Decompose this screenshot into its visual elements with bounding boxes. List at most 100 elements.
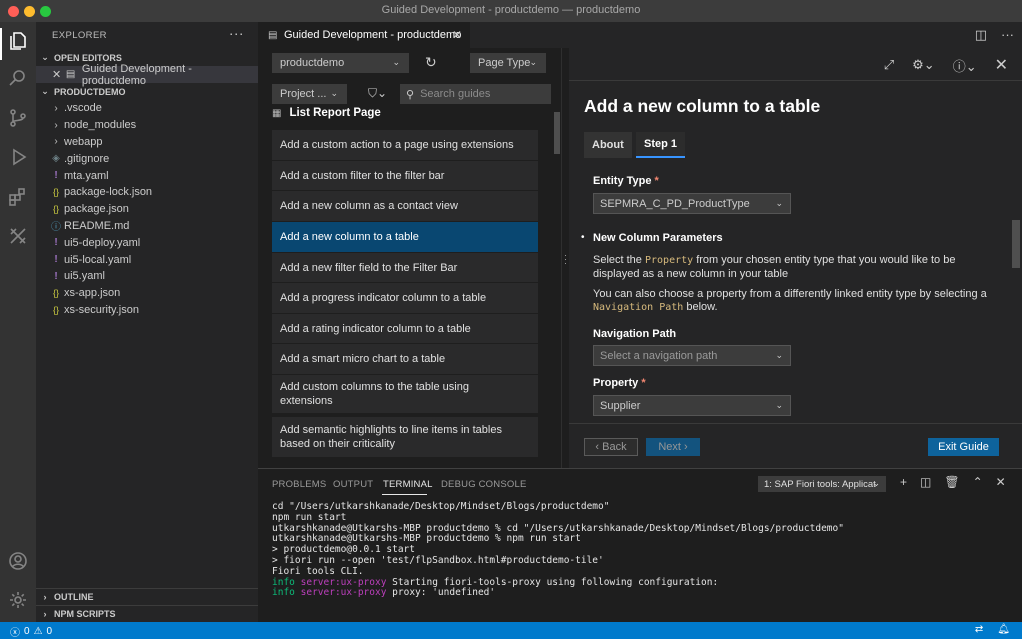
notifications-bell-icon[interactable]: 🔔︎	[997, 624, 1010, 635]
settings-gear-icon[interactable]	[6, 588, 30, 612]
more-actions-icon[interactable]: ···	[229, 25, 244, 41]
exit-guide-button[interactable]: Exit Guide	[928, 438, 999, 456]
navigation-path-select[interactable]: Select a navigation path ⌄	[593, 345, 791, 366]
terminal-output[interactable]: cd "/Users/utkarshkanade/Desktop/Mindset…	[272, 501, 844, 599]
project-select[interactable]: productdemo ⌄	[272, 53, 409, 73]
guide-item[interactable]: Add a rating indicator column to a table	[272, 314, 538, 343]
tree-item-mta-yaml[interactable]: ! mta.yaml	[36, 167, 258, 184]
filter-icon[interactable]: ⛉⌄	[368, 86, 387, 101]
tree-item-ui5-deploy[interactable]: ! ui5-deploy.yaml	[36, 234, 258, 251]
maximize-panel-icon[interactable]: ⌃	[973, 475, 983, 489]
next-button[interactable]: Next ›	[646, 438, 700, 456]
scrollbar[interactable]	[1012, 220, 1020, 268]
close-icon[interactable]: ✕	[996, 475, 1006, 489]
live-share-icon[interactable]: ⇄	[975, 624, 983, 635]
search-icon: ⚲	[406, 88, 415, 101]
divider	[569, 423, 1022, 424]
tab-output[interactable]: OUTPUT	[333, 479, 373, 490]
run-debug-icon[interactable]	[6, 145, 30, 169]
guide-item[interactable]: Add a new column as a contact view	[272, 191, 538, 221]
page-type-select[interactable]: Page Type ⌄	[470, 53, 546, 73]
terminal-select[interactable]: 1: SAP Fiori tools: Applicat ⌄	[758, 476, 886, 492]
tree-item-xs-app[interactable]: {} xs-app.json	[36, 285, 258, 302]
tree-item-package-json[interactable]: {} package.json	[36, 201, 258, 218]
tree-item-ui5-yaml[interactable]: ! ui5.yaml	[36, 268, 258, 285]
close-icon[interactable]: ✕	[52, 68, 66, 81]
add-terminal-icon[interactable]: +	[900, 475, 907, 489]
split-terminal-icon[interactable]: ◫	[920, 475, 931, 489]
split-editor-icon[interactable]: ◫	[975, 27, 987, 43]
close-icon[interactable]: ✕	[995, 55, 1008, 75]
terminal-line: cd "/Users/utkarshkanade/Desktop/Mindset…	[272, 501, 610, 512]
tree-item-gitignore[interactable]: ◈ .gitignore	[36, 150, 258, 167]
close-icon[interactable]: ✕	[452, 28, 462, 42]
log-level: info	[272, 587, 295, 599]
guide-label: Add a new column as a contact view	[280, 200, 458, 212]
tab-problems[interactable]: PROBLEMS	[272, 479, 326, 490]
guides-list-pane: productdemo ⌄ ↻ Page Type ⌄ Project ... …	[258, 48, 561, 468]
guide-item[interactable]: Add a smart micro chart to a table	[272, 344, 538, 374]
tree-item-readme[interactable]: ⓘ README.md	[36, 218, 258, 235]
explorer-title: EXPLORER	[52, 30, 107, 41]
guide-item[interactable]: Add semantic highlights to line items in…	[272, 417, 538, 457]
extensions-icon[interactable]	[6, 185, 30, 209]
sap-tools-icon[interactable]	[6, 224, 30, 248]
activity-bar	[0, 22, 36, 622]
yaml-icon: !	[54, 237, 58, 249]
guide-item[interactable]: Add custom columns to the table using ex…	[272, 375, 538, 413]
refresh-icon[interactable]: ↻	[425, 54, 437, 71]
open-external-icon[interactable]: ⤢	[884, 57, 894, 73]
tab-terminal[interactable]: TERMINAL	[383, 479, 433, 490]
property-select[interactable]: Supplier ⌄	[593, 395, 791, 416]
yaml-icon: !	[54, 270, 58, 282]
section-title: New Column Parameters	[593, 232, 723, 244]
open-editor-item[interactable]: ✕ ▤ Guided Development - productdemo	[36, 63, 258, 87]
trash-icon[interactable]: 🗑	[944, 475, 959, 489]
settings-icon[interactable]: ⚙⌄	[912, 57, 935, 73]
project-filter-select[interactable]: Project ... ⌄	[272, 84, 347, 104]
tab-step-1[interactable]: Step 1	[636, 132, 686, 158]
open-editor-label: Guided Development - productdemo	[81, 62, 192, 87]
pane-splitter[interactable]: · · ·	[561, 48, 569, 468]
tab-about[interactable]: About	[584, 132, 632, 158]
tree-item-node-modules[interactable]: › node_modules	[36, 117, 258, 134]
problems-status[interactable]: ⓧ 0 ⚠ 0	[10, 624, 52, 639]
chevron-right-icon: ›	[43, 592, 47, 602]
npm-scripts-section[interactable]: › NPM SCRIPTS	[36, 605, 258, 622]
guide-title: Add a new column to a table	[584, 96, 821, 116]
info-icon[interactable]: ⓘ⌄	[953, 56, 977, 75]
guide-item[interactable]: Add a custom action to a page using exte…	[272, 130, 538, 160]
divider	[569, 80, 1022, 81]
more-actions-icon[interactable]: ···	[1001, 27, 1014, 43]
tree-item-webapp[interactable]: › webapp	[36, 134, 258, 151]
source-control-icon[interactable]	[6, 106, 30, 130]
tab-debug-console[interactable]: DEBUG CONSOLE	[441, 479, 526, 490]
tree-item-xs-security[interactable]: {} xs-security.json	[36, 302, 258, 319]
entity-type-select[interactable]: SEPMRA_C_PD_ProductType ⌄	[593, 193, 791, 214]
scrollbar[interactable]	[554, 112, 560, 154]
error-icon: ⓧ	[10, 628, 20, 639]
tree-item-package-lock[interactable]: {} package-lock.json	[36, 184, 258, 201]
tree-item-vscode[interactable]: › .vscode	[36, 100, 258, 117]
terminal-line: npm run start	[272, 511, 347, 523]
account-icon[interactable]	[6, 549, 30, 573]
tree-item-label: .gitignore	[64, 152, 110, 165]
guide-item[interactable]: Add a progress indicator column to a tab…	[272, 283, 538, 313]
log-message: proxy: 'undefined'	[392, 587, 496, 599]
project-filter-value: Project ...	[280, 88, 327, 100]
search-icon[interactable]	[6, 66, 30, 90]
explorer-icon[interactable]	[6, 29, 30, 53]
title-bar: Guided Development - productdemo — produ…	[0, 0, 1022, 22]
guide-item[interactable]: Add a custom filter to the filter bar	[272, 161, 538, 190]
back-button[interactable]: ‹ Back	[584, 438, 638, 456]
group-header[interactable]: ▦ List Report Page	[272, 107, 381, 119]
search-input[interactable]: ⚲ Search guides	[400, 84, 551, 104]
tree-item-label: package-lock.json	[64, 186, 153, 199]
back-label: Back	[602, 441, 627, 453]
tree-item-label: ui5.yaml	[64, 270, 105, 283]
guide-item-selected[interactable]: Add a new column to a table	[272, 222, 538, 252]
tab-guided-development[interactable]: ▤ Guided Development - productdemo ✕	[258, 22, 470, 48]
guide-item[interactable]: Add a new filter field to the Filter Bar	[272, 253, 538, 282]
tree-item-ui5-local[interactable]: ! ui5-local.yaml	[36, 251, 258, 268]
outline-section[interactable]: › OUTLINE	[36, 588, 258, 605]
